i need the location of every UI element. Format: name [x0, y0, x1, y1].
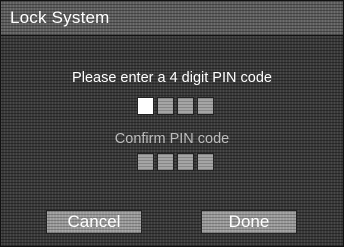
- pin-entry-field[interactable]: [137, 97, 214, 115]
- pin-confirm-digit-1[interactable]: [137, 153, 154, 171]
- window-title: Lock System: [10, 8, 110, 27]
- title-bar: Lock System: [1, 1, 343, 36]
- pin-entry-digit-2[interactable]: [157, 97, 174, 115]
- pin-confirm-field[interactable]: [137, 153, 214, 171]
- pin-entry-digit-1[interactable]: [137, 97, 154, 115]
- lock-system-screen: Lock System Please enter a 4 digit PIN c…: [0, 0, 344, 247]
- pin-entry-digit-3[interactable]: [177, 97, 194, 115]
- pin-entry-prompt: Please enter a 4 digit PIN code: [72, 70, 272, 86]
- done-button[interactable]: Done: [201, 210, 297, 234]
- pin-confirm-digit-2[interactable]: [157, 153, 174, 171]
- pin-entry-digit-4[interactable]: [197, 97, 214, 115]
- pin-confirm-digit-3[interactable]: [177, 153, 194, 171]
- cancel-button[interactable]: Cancel: [46, 210, 142, 234]
- pin-confirm-prompt: Confirm PIN code: [114, 131, 230, 147]
- pin-confirm-digit-4[interactable]: [197, 153, 214, 171]
